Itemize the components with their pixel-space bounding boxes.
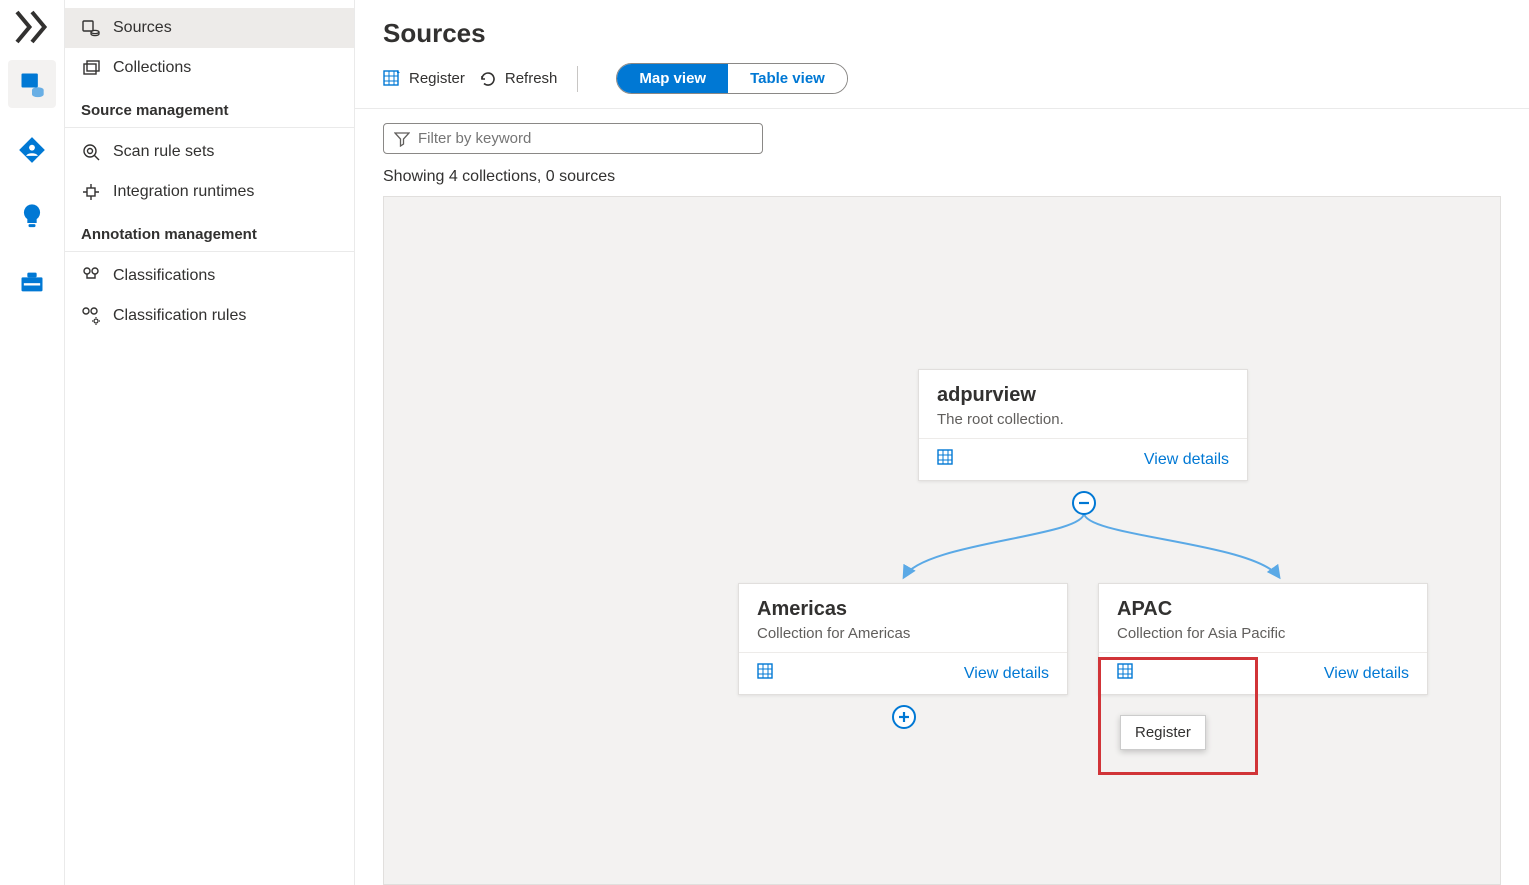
collection-description: Collection for Americas <box>757 625 1049 642</box>
chevron-right-double-icon <box>12 7 52 47</box>
lightbulb-icon <box>18 202 46 230</box>
collection-title: Americas <box>757 598 1049 621</box>
sidebar-header-source-management: Source management <box>65 88 354 128</box>
integration-icon <box>81 182 101 202</box>
collection-card-americas[interactable]: Americas Collection for Americas View de… <box>738 583 1068 695</box>
expand-node-button[interactable] <box>892 705 916 729</box>
sidebar-item-label: Sources <box>113 19 172 37</box>
collection-description: The root collection. <box>937 411 1229 428</box>
table-view-toggle[interactable]: Table view <box>728 64 847 93</box>
results-summary: Showing 4 collections, 0 sources <box>355 162 1529 196</box>
toolbox-icon <box>18 268 46 296</box>
map-view-toggle[interactable]: Map view <box>617 64 728 93</box>
collection-title: APAC <box>1117 598 1409 621</box>
refresh-icon <box>479 70 497 88</box>
register-grid-icon <box>1117 663 1135 681</box>
page-title: Sources <box>355 0 1529 63</box>
register-grid-icon <box>383 70 401 88</box>
collapse-node-button[interactable] <box>1072 491 1096 515</box>
refresh-button[interactable]: Refresh <box>479 70 558 88</box>
register-button-label: Register <box>409 70 465 87</box>
rail-management-button[interactable] <box>8 258 56 306</box>
sidebar-header-annotation-management: Annotation management <box>65 212 354 252</box>
filter-row <box>355 109 1529 162</box>
refresh-button-label: Refresh <box>505 70 558 87</box>
minus-icon <box>1077 496 1091 510</box>
sidebar-item-classifications[interactable]: Classifications <box>65 256 354 296</box>
sidebar: Sources Collections Source management Sc… <box>65 0 355 885</box>
sidebar-item-integration-runtimes[interactable]: Integration runtimes <box>65 172 354 212</box>
sources-icon <box>81 18 101 38</box>
collection-card-apac[interactable]: APAC Collection for Asia Pacific View de… <box>1098 583 1428 695</box>
sidebar-item-label: Integration runtimes <box>113 183 254 201</box>
filter-input-wrapper[interactable] <box>383 123 763 154</box>
diamond-person-icon <box>18 136 46 164</box>
collections-icon <box>81 58 101 78</box>
rail-catalog-button[interactable] <box>8 126 56 174</box>
card-register-button[interactable] <box>757 663 775 684</box>
rail-insights-button[interactable] <box>8 192 56 240</box>
rail-sources-button[interactable] <box>8 60 56 108</box>
expand-rail-button[interactable] <box>12 12 52 42</box>
register-tooltip: Register <box>1120 715 1206 750</box>
collection-card-root[interactable]: adpurview The root collection. View deta… <box>918 369 1248 481</box>
view-toggle: Map view Table view <box>616 63 847 94</box>
collection-title: adpurview <box>937 384 1229 407</box>
sidebar-item-label: Classifications <box>113 267 215 285</box>
view-details-link[interactable]: View details <box>1144 451 1229 469</box>
target-icon <box>81 142 101 162</box>
card-register-button[interactable] <box>937 449 955 470</box>
toolbar-separator <box>577 66 578 92</box>
view-details-link[interactable]: View details <box>964 665 1049 683</box>
register-grid-icon <box>757 663 775 681</box>
sidebar-item-label: Scan rule sets <box>113 143 214 161</box>
database-icon <box>18 70 46 98</box>
classifications-icon <box>81 266 101 286</box>
toolbar: Register Refresh Map view Table view <box>355 63 1529 109</box>
left-rail <box>0 0 65 885</box>
sidebar-item-label: Collections <box>113 59 191 77</box>
collection-description: Collection for Asia Pacific <box>1117 625 1409 642</box>
sidebar-item-classification-rules[interactable]: Classification rules <box>65 296 354 336</box>
sidebar-item-label: Classification rules <box>113 307 246 325</box>
main-area: Sources Register Refresh Map view Table … <box>355 0 1529 885</box>
sidebar-item-sources[interactable]: Sources <box>65 8 354 48</box>
filter-icon <box>394 131 410 147</box>
view-details-link[interactable]: View details <box>1324 665 1409 683</box>
register-button[interactable]: Register <box>383 70 465 88</box>
filter-input[interactable] <box>418 130 752 147</box>
sidebar-item-collections[interactable]: Collections <box>65 48 354 88</box>
plus-icon <box>897 710 911 724</box>
register-grid-icon <box>937 449 955 467</box>
map-canvas[interactable]: adpurview The root collection. View deta… <box>383 196 1501 885</box>
classification-rules-icon <box>81 306 101 326</box>
sidebar-item-scan-rule-sets[interactable]: Scan rule sets <box>65 132 354 172</box>
connector-lines <box>384 197 1501 885</box>
card-register-button[interactable] <box>1117 663 1135 684</box>
